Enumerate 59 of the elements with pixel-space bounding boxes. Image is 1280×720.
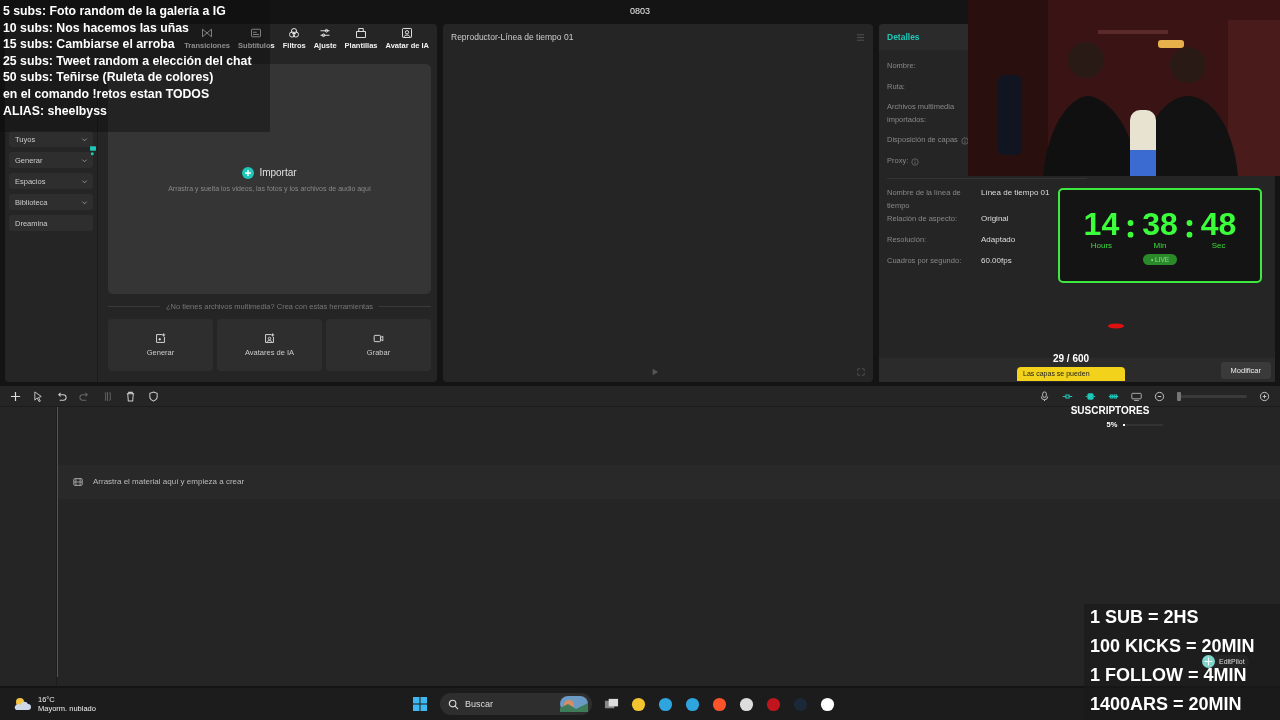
- rate-line: 1 FOLLOW = 4MIN: [1090, 667, 1247, 683]
- field-value: Línea de tiempo 01: [981, 187, 1050, 199]
- timer-label: Hours: [1090, 240, 1113, 250]
- import-label: Importar: [259, 167, 297, 178]
- field-value: Adaptado: [981, 233, 1016, 246]
- timeline-hint: Arrastra el material aquí y empieza a crear: [93, 477, 245, 486]
- chevron-icon: [81, 135, 88, 143]
- colon-icon: [1127, 218, 1135, 238]
- avatar-icon: [401, 27, 414, 39]
- rate-line: 1400ARS = 20MIN: [1090, 696, 1242, 712]
- redo-icon[interactable]: [79, 390, 90, 402]
- field-value: Original: [981, 212, 1009, 225]
- goal-line: 10 subs: Nos hacemos las uñas: [3, 19, 189, 37]
- zoom-in-icon[interactable]: [1259, 390, 1270, 402]
- adjust-icon: [319, 27, 332, 39]
- search-icon: [448, 698, 459, 710]
- microphone-icon[interactable]: [1039, 390, 1050, 402]
- undo-icon[interactable]: [56, 390, 67, 402]
- plus-icon: [242, 166, 255, 179]
- slider-thumb[interactable]: [1177, 391, 1181, 401]
- player-title: Reproductor-Línea de tiempo 01: [451, 32, 574, 42]
- subtitle-icon: [250, 27, 263, 39]
- chevron-icon: [81, 177, 88, 185]
- timer-value: 38: [1142, 206, 1178, 241]
- avatar-icon: [264, 333, 275, 344]
- info-icon[interactable]: [960, 136, 969, 145]
- timer-label: Sec: [1211, 240, 1226, 250]
- filter-icon: [288, 27, 301, 39]
- colon-icon: [1185, 218, 1193, 238]
- shield-icon[interactable]: [148, 390, 159, 402]
- subscribers-label: SUSCRIPTORES: [1070, 405, 1150, 416]
- sparkle-image-icon: [155, 333, 166, 344]
- windows-icon[interactable]: [412, 696, 428, 712]
- timer-label: Min: [1153, 240, 1167, 250]
- window-title: 0803: [630, 6, 650, 16]
- camera-icon: [373, 333, 384, 344]
- goal-line: 5 subs: Foto random de la galería a IG: [3, 3, 226, 20]
- film-icon: [73, 476, 83, 487]
- delete-icon[interactable]: [125, 390, 136, 402]
- goal-line: 15 subs: Cambiarse el arroba: [3, 36, 175, 53]
- sub-count: 29 / 600: [1052, 353, 1090, 364]
- template-icon: [355, 27, 368, 39]
- split-icon[interactable]: [102, 390, 113, 402]
- cloud-sun-icon[interactable]: [12, 696, 32, 712]
- field-value: 60.00fps: [981, 254, 1012, 267]
- rate-line: 1 SUB = 2HS: [1090, 609, 1199, 625]
- goal-line: ALIAS: sheelbyss: [3, 102, 107, 120]
- zoom-out-icon[interactable]: [1154, 390, 1165, 402]
- details-title[interactable]: Detalles: [887, 32, 920, 42]
- timer-value: 14: [1083, 206, 1120, 241]
- chevron-icon: [81, 198, 88, 206]
- rate-line: 100 KICKS = 20MIN: [1090, 638, 1255, 654]
- preview-icon[interactable]: [1131, 390, 1142, 402]
- add-icon[interactable]: [10, 390, 21, 402]
- timer-value: 48: [1200, 206, 1237, 241]
- chevron-icon: [81, 156, 88, 164]
- cursor-icon[interactable]: [33, 390, 44, 402]
- transition-icon: [201, 27, 214, 39]
- stroke-mark: [1108, 323, 1124, 329]
